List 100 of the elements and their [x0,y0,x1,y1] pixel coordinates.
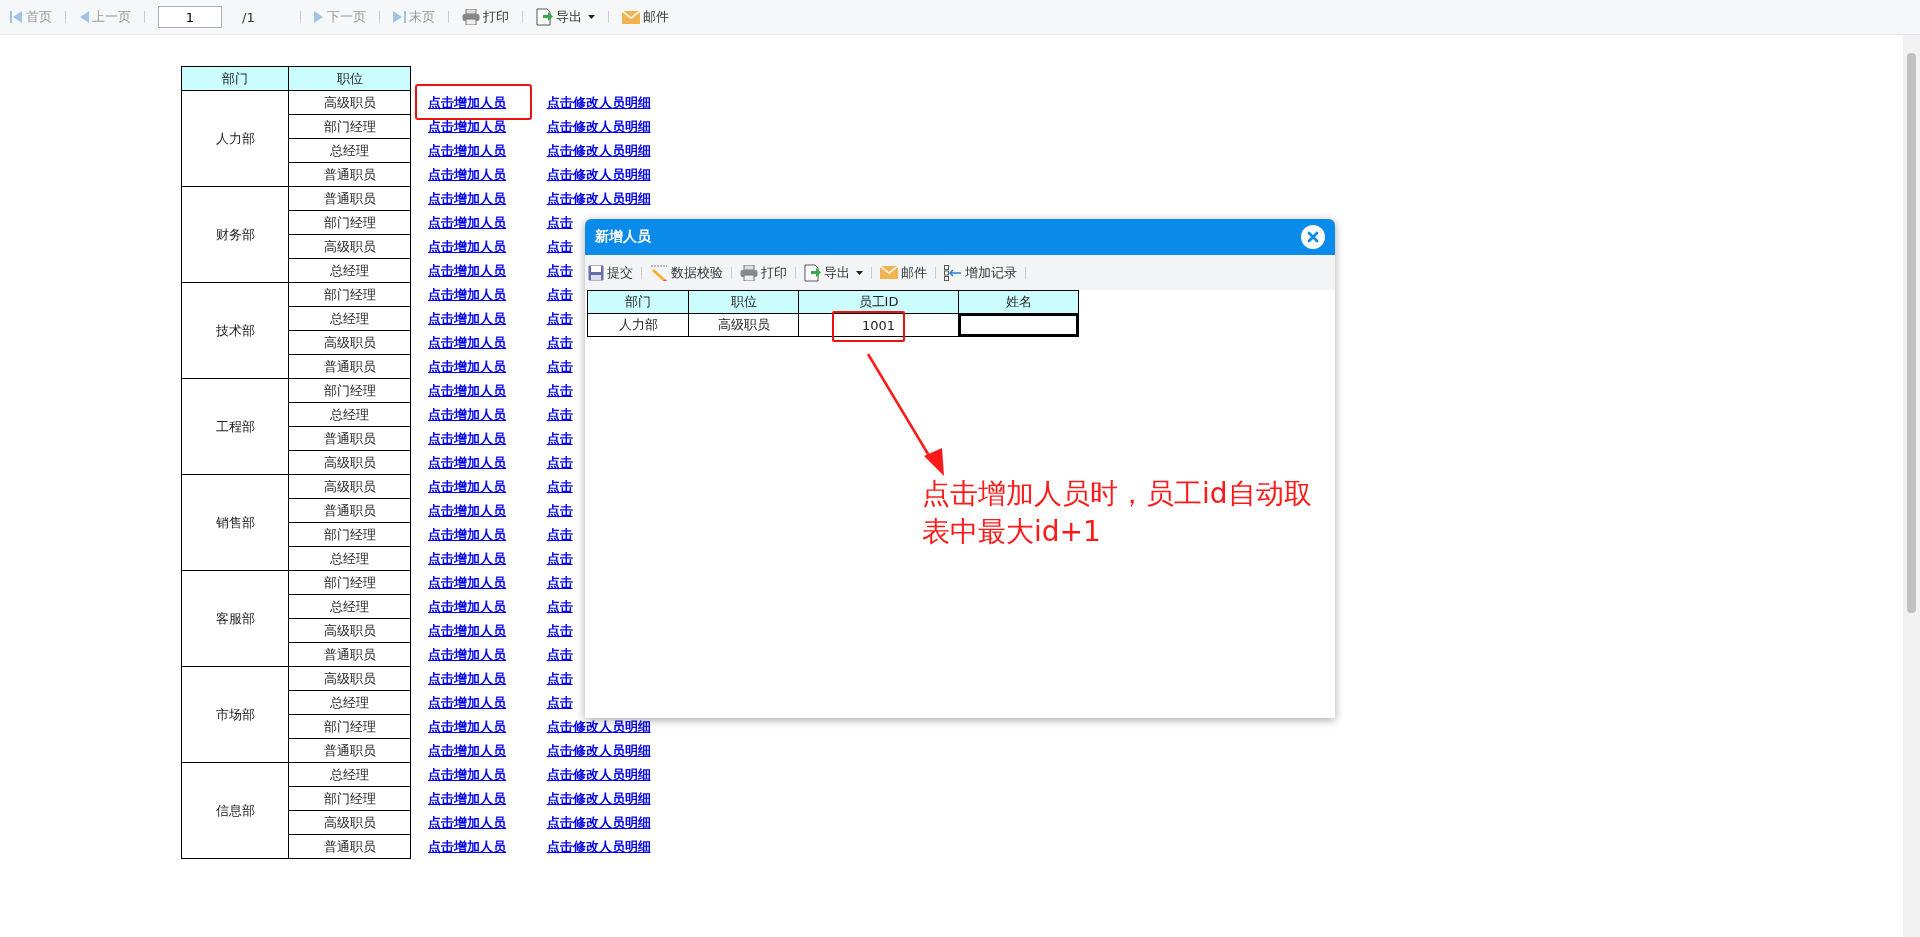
add-person-link[interactable]: 点击增加人员 [428,478,506,494]
edit-details-link[interactable]: 点击修改人员明细 [546,190,651,206]
add-person-link[interactable]: 点击增加人员 [428,694,506,710]
table-cell: 总经理 [288,762,411,787]
edit-details-link[interactable]: 点击 [546,382,573,398]
edit-details-link[interactable]: 点击 [546,358,573,374]
table-cell: 普通职员 [288,162,411,187]
add-person-link[interactable]: 点击增加人员 [428,310,506,326]
close-button[interactable] [1301,225,1325,249]
page-number-field[interactable]: 1 [158,6,222,28]
add-person-link[interactable]: 点击增加人员 [428,454,506,470]
edit-details-link[interactable]: 点击 [546,310,573,326]
edit-details-link[interactable]: 点击 [546,622,573,638]
table-cell: 总经理 [288,594,411,619]
add-person-link[interactable]: 点击增加人员 [428,526,506,542]
edit-details-link[interactable]: 点击修改人员明细 [546,166,651,182]
edit-details-link[interactable]: 点击 [546,598,573,614]
caret-icon [856,270,863,275]
edit-details-link[interactable]: 点击 [546,574,573,590]
toolbar-button[interactable]: 导出 [535,8,595,26]
table-cell: 总经理 [288,402,411,427]
toolbar-button[interactable]: 打印 [740,263,787,282]
save-icon [588,264,604,281]
table-cell: 总经理 [288,138,411,163]
edit-details-link[interactable]: 点击 [546,502,573,518]
edit-details-link[interactable]: 点击修改人员明细 [546,718,651,734]
add-person-link[interactable]: 点击增加人员 [428,646,506,662]
close-icon [1307,231,1319,243]
edit-details-link[interactable]: 点击修改人员明细 [546,766,651,782]
add-person-link[interactable]: 点击增加人员 [428,742,506,758]
table-cell: 部门经理 [288,522,411,547]
edit-details-link[interactable]: 点击修改人员明细 [546,94,651,110]
edit-details-link[interactable]: 点击 [546,334,573,350]
edit-details-link[interactable]: 点击 [546,286,573,302]
edit-details-link[interactable]: 点击 [546,238,573,254]
edit-details-link[interactable]: 点击 [546,478,573,494]
add-person-link[interactable]: 点击增加人员 [428,358,506,374]
scrollbar[interactable] [1903,35,1920,937]
add-person-link[interactable]: 点击增加人员 [428,598,506,614]
toolbar-button[interactable]: 增加记录 [944,263,1017,282]
add-person-link[interactable]: 点击增加人员 [428,262,506,278]
edit-details-link[interactable]: 点击修改人员明细 [546,742,651,758]
edit-details-link[interactable]: 点击 [546,526,573,542]
add-person-link[interactable]: 点击增加人员 [428,838,506,854]
add-person-link[interactable]: 点击增加人员 [428,814,506,830]
column-header: 员工ID [798,290,959,314]
add-person-link[interactable]: 点击增加人员 [428,190,506,206]
table-cell: 普通职员 [288,426,411,451]
add-person-link[interactable]: 点击增加人员 [428,286,506,302]
edit-details-link[interactable]: 点击修改人员明细 [546,142,651,158]
envelope-icon [621,10,640,24]
toolbar-button[interactable]: 导出 [804,263,863,282]
add-person-link[interactable]: 点击增加人员 [428,670,506,686]
page-total: /1 [242,9,255,25]
edit-details-link[interactable]: 点击修改人员明细 [546,814,651,830]
table-cell: 高级职员 [288,330,411,355]
add-person-link[interactable]: 点击增加人员 [428,622,506,638]
add-person-link[interactable]: 点击增加人员 [428,430,506,446]
edit-details-link[interactable]: 点击 [546,670,573,686]
edit-details-link[interactable]: 点击修改人员明细 [546,838,651,854]
edit-details-link[interactable]: 点击 [546,430,573,446]
add-person-link[interactable]: 点击增加人员 [428,238,506,254]
add-person-link[interactable]: 点击增加人员 [428,334,506,350]
add-person-link[interactable]: 点击增加人员 [428,382,506,398]
first-page-icon [10,10,23,24]
edit-details-link[interactable]: 点击 [546,694,573,710]
table-cell: 总经理 [288,690,411,715]
add-person-link[interactable]: 点击增加人员 [428,766,506,782]
table-cell: 高级职员 [288,90,411,115]
add-person-link[interactable]: 点击增加人员 [428,574,506,590]
toolbar-button[interactable]: 数据校验 [650,263,723,282]
scrollbar-thumb[interactable] [1907,53,1916,613]
edit-details-link[interactable]: 点击 [546,262,573,278]
edit-details-link[interactable]: 点击 [546,454,573,470]
add-person-link[interactable]: 点击增加人员 [428,118,506,134]
add-person-link[interactable]: 点击增加人员 [428,94,506,110]
edit-details-link[interactable]: 点击 [546,214,573,230]
edit-details-link[interactable]: 点击 [546,646,573,662]
edit-details-link[interactable]: 点击修改人员明细 [546,118,651,134]
add-person-link[interactable]: 点击增加人员 [428,142,506,158]
table-cell: 高级职员 [288,666,411,691]
edit-details-link[interactable]: 点击修改人员明细 [546,790,651,806]
pencil-icon [650,264,668,281]
add-person-link[interactable]: 点击增加人员 [428,214,506,230]
add-person-link[interactable]: 点击增加人员 [428,718,506,734]
name-input-field[interactable] [959,314,1078,336]
add-person-link[interactable]: 点击增加人员 [428,166,506,182]
toolbar-button[interactable]: 邮件 [880,263,927,282]
table-cell: 高级职员 [288,450,411,475]
add-person-link[interactable]: 点击增加人员 [428,502,506,518]
add-person-link[interactable]: 点击增加人员 [428,406,506,422]
toolbar-button[interactable]: 提交 [588,263,633,282]
add-person-link[interactable]: 点击增加人员 [428,790,506,806]
edit-details-link[interactable]: 点击 [546,550,573,566]
table-cell: 信息部 [181,762,289,859]
toolbar-button[interactable]: 邮件 [621,8,669,26]
toolbar-button[interactable]: 打印 [461,8,509,26]
add-person-link[interactable]: 点击增加人员 [428,550,506,566]
edit-details-link[interactable]: 点击 [546,406,573,422]
annotation-text: 表中最大id+1 [922,514,1102,550]
